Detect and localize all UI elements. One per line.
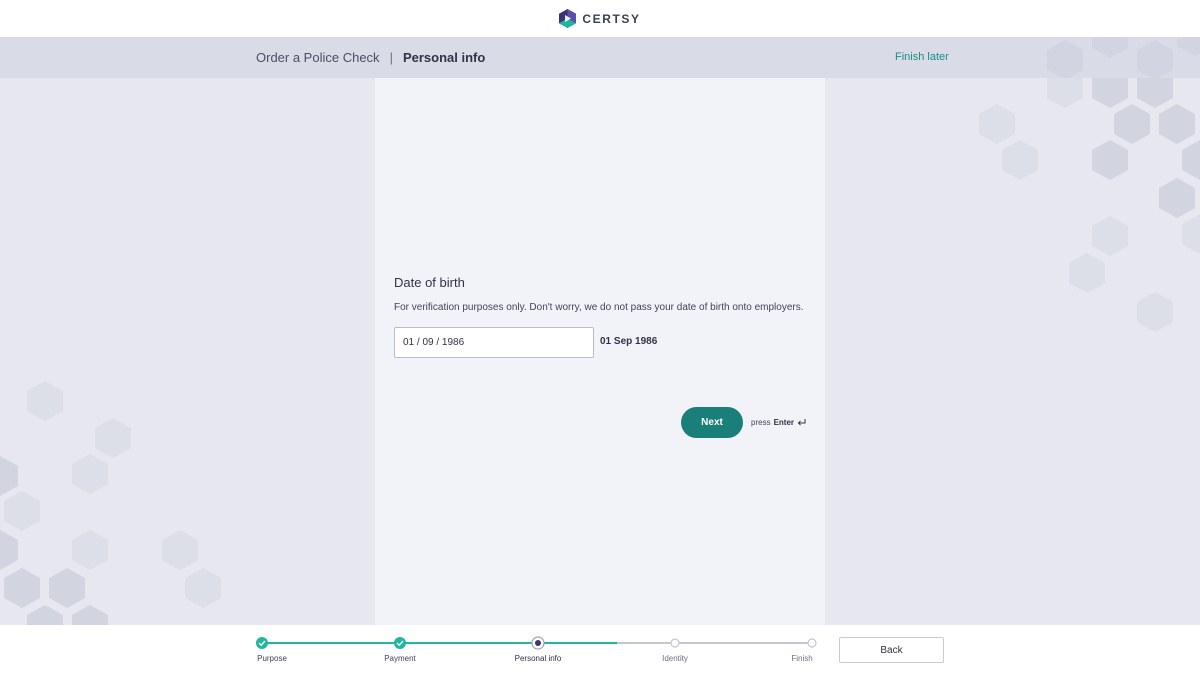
- step-payment-marker: [394, 637, 406, 649]
- hex-pattern-right-icon: [979, 78, 1200, 332]
- breadcrumb-separator: |: [389, 50, 393, 65]
- step-label-purpose: Purpose: [257, 654, 287, 663]
- step-identity-marker: [670, 638, 680, 648]
- breadcrumb-root: Order a Police Check: [256, 50, 380, 65]
- brand-logo[interactable]: CERTSY: [559, 9, 640, 28]
- return-arrow-icon: [797, 418, 806, 425]
- step-label-payment: Payment: [384, 654, 416, 663]
- date-of-birth-input[interactable]: [394, 327, 594, 358]
- hex-pattern-top-icon: [1047, 38, 1200, 78]
- step-label-identity: Identity: [662, 654, 688, 663]
- next-button[interactable]: Next: [681, 407, 743, 438]
- enter-hint-prefix: press: [751, 418, 771, 427]
- hex-pattern-left-icon: [0, 381, 221, 625]
- question-help-text: For verification purposes only. Don't wo…: [394, 302, 804, 313]
- question-title: Date of birth: [394, 275, 465, 290]
- hex-pattern-top: [950, 38, 1200, 78]
- hexagon-logo-icon: [559, 9, 577, 28]
- step-purpose-marker: [256, 637, 268, 649]
- breadcrumb-current: Personal info: [402, 50, 486, 65]
- progress-footer: Purpose Payment Personal info Identity F…: [0, 625, 1200, 675]
- enter-hint-key: Enter: [773, 418, 795, 427]
- step-finish-marker: [807, 638, 817, 648]
- decorative-background-left: [0, 78, 375, 625]
- finish-later-link[interactable]: Finish later: [895, 51, 949, 63]
- question-panel: Date of birth For verification purposes …: [375, 78, 825, 625]
- enter-hint: press Enter: [751, 418, 806, 427]
- brand-name: CERTSY: [582, 11, 641, 26]
- step-label-finish: Finish: [791, 654, 813, 663]
- back-button[interactable]: Back: [839, 637, 944, 663]
- step-personal-info-marker: [531, 636, 545, 650]
- formatted-date-readout: 01 Sep 1986: [600, 336, 658, 347]
- decorative-background-right: [825, 78, 1200, 625]
- top-bar: CERTSY: [0, 0, 1200, 38]
- step-label-personal-info: Personal info: [514, 654, 562, 663]
- breadcrumb: Order a Police Check | Personal info: [256, 50, 485, 65]
- progress-tracker: [256, 636, 817, 650]
